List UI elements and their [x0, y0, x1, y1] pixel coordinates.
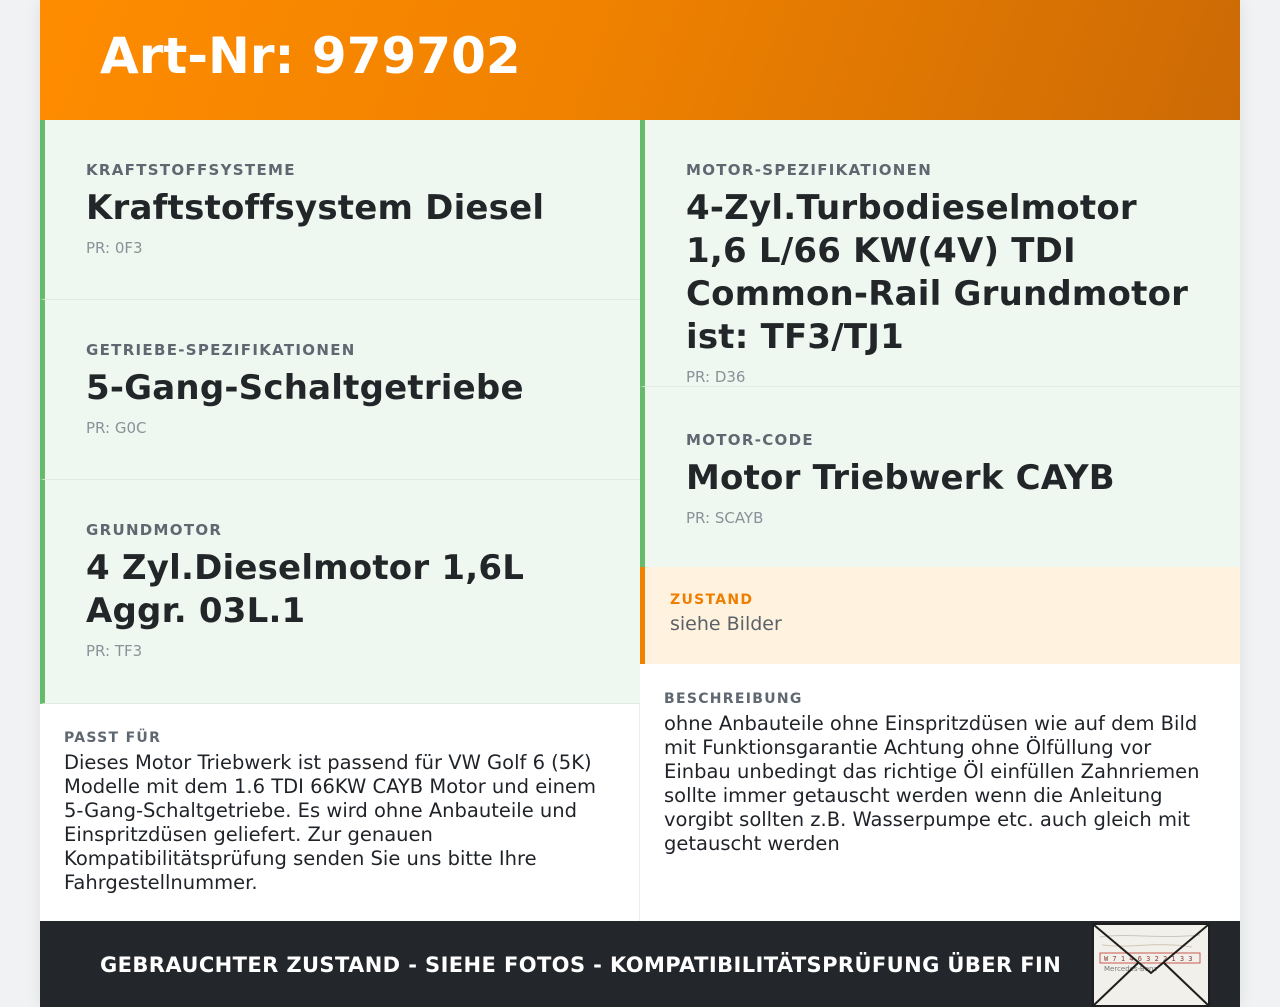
- spec-value: 4 Zyl.Dieselmotor 1,6L Aggr. 03L.1: [86, 548, 525, 631]
- spec-pr-code: PR: TF3: [86, 642, 143, 660]
- spec-value: 5-Gang-Schaltgetriebe: [86, 368, 524, 408]
- description-section: BESCHREIBUNG ohne Anbauteile ohne Einspr…: [640, 665, 1240, 921]
- right-spec-column: MOTOR-SPEZIFIKATIONEN 4-Zyl.Turbodieselm…: [640, 120, 1240, 664]
- envelope-icon: W 7 1 4 6 3 2 2 1 3 3 Mercedes-Benz: [1092, 923, 1210, 1007]
- compatibility-text: Dieses Motor Triebwerk ist passend für V…: [64, 751, 596, 894]
- spec-card-kraftstoffsystem: KRAFTSTOFFSYSTEME Kraftstoffsystem Diese…: [40, 120, 640, 300]
- spec-category: KRAFTSTOFFSYSTEME: [86, 161, 296, 179]
- compatibility-section: PASST FÜR Dieses Motor Triebwerk ist pas…: [40, 704, 640, 921]
- spec-category: MOTOR-SPEZIFIKATIONEN: [686, 161, 933, 179]
- spec-pr-code: PR: D36: [686, 368, 746, 386]
- spec-pr-code: PR: G0C: [86, 419, 147, 437]
- spec-card-grundmotor: GRUNDMOTOR 4 Zyl.Dieselmotor 1,6L Aggr. …: [40, 480, 640, 704]
- left-spec-column: KRAFTSTOFFSYSTEME Kraftstoffsystem Diese…: [40, 120, 640, 704]
- compatibility-label: PASST FÜR: [64, 730, 162, 746]
- spec-category: MOTOR-CODE: [686, 431, 814, 449]
- spec-pr-code: PR: SCAYB: [686, 509, 764, 527]
- spec-value: Motor Triebwerk CAYB: [686, 458, 1115, 498]
- spec-category: GRUNDMOTOR: [86, 521, 223, 539]
- header-banner: Art-Nr: 979702: [40, 0, 1240, 120]
- spec-value: Kraftstoffsystem Diesel: [86, 188, 545, 228]
- description-text: ohne Anbauteile ohne Einspritzdüsen wie …: [664, 712, 1200, 855]
- footer-bar: GEBRAUCHTER ZUSTAND - SIEHE FOTOS - KOMP…: [40, 921, 1240, 1007]
- spec-category: GETRIEBE-SPEZIFIKATIONEN: [86, 341, 356, 359]
- spec-card-motor-code: MOTOR-CODE Motor Triebwerk CAYB PR: SCAY…: [640, 387, 1240, 567]
- condition-value: siehe Bilder: [670, 613, 782, 635]
- article-number-title: Art-Nr: 979702: [100, 27, 521, 85]
- condition-label: ZUSTAND: [670, 592, 754, 608]
- spec-value: 4-Zyl.Turbodieselmotor 1,6 L/66 KW(4V) T…: [686, 188, 1189, 357]
- spec-card-motor-spezifikationen: MOTOR-SPEZIFIKATIONEN 4-Zyl.Turbodieselm…: [640, 120, 1240, 387]
- spec-card-getriebe: GETRIEBE-SPEZIFIKATIONEN 5-Gang-Schaltge…: [40, 300, 640, 480]
- document-thumbnail: W 7 1 4 6 3 2 2 1 3 3 Mercedes-Benz: [1092, 923, 1210, 1007]
- footer-message: GEBRAUCHTER ZUSTAND - SIEHE FOTOS - KOMP…: [100, 953, 1062, 977]
- description-label: BESCHREIBUNG: [664, 691, 803, 707]
- product-sheet: Art-Nr: 979702 KRAFTSTOFFSYSTEME Kraftst…: [40, 0, 1240, 1007]
- condition-card: ZUSTAND siehe Bilder: [640, 567, 1240, 664]
- stamp-vin-text: W 7 1 4 6 3 2 2 1 3 3: [1104, 955, 1193, 963]
- spec-pr-code: PR: 0F3: [86, 239, 143, 257]
